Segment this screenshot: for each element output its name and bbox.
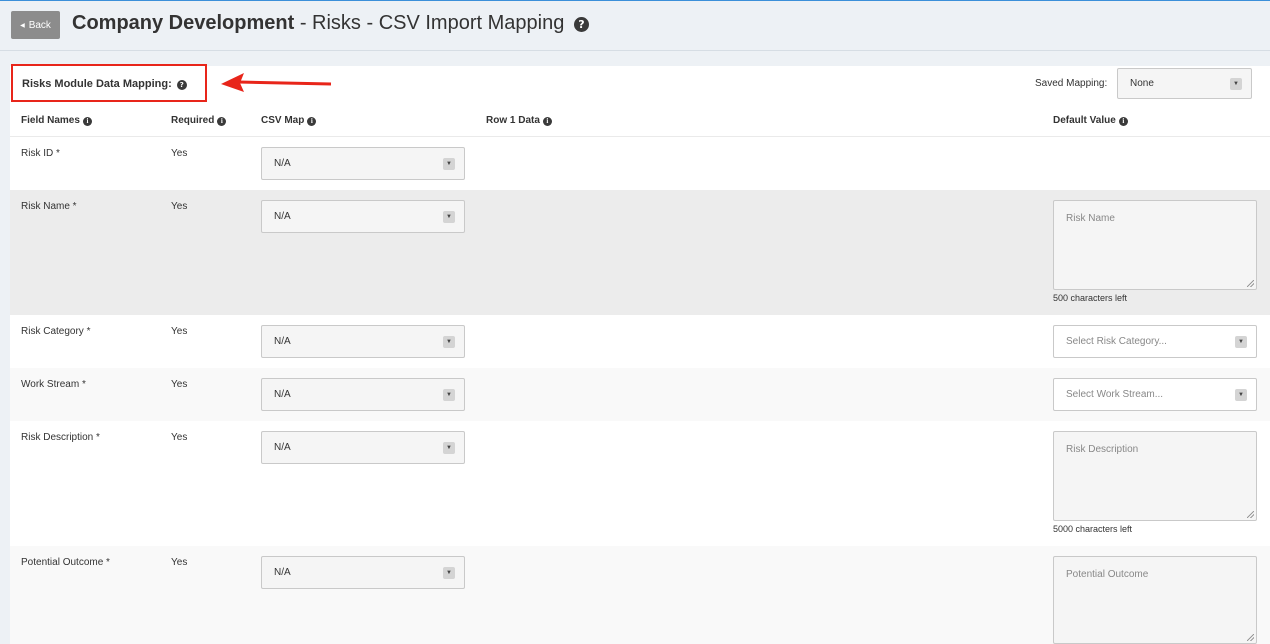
info-icon[interactable]: i: [307, 117, 317, 126]
chevron-down-icon: ▼: [1230, 77, 1242, 90]
work-stream-placeholder: Select Work Stream...: [1066, 389, 1164, 400]
col-required: Required i: [171, 115, 227, 126]
chevron-down-icon: ▼: [443, 566, 455, 579]
required-value: Yes: [171, 326, 188, 337]
chevron-down-icon: ▼: [1235, 335, 1247, 348]
csv-map-select[interactable]: N/A ▼: [261, 556, 465, 589]
risk-description-default-input[interactable]: Risk Description: [1053, 431, 1257, 521]
col-csv-map: CSV Map i: [261, 115, 317, 126]
info-icon[interactable]: i: [82, 117, 92, 126]
field-name: Risk Description *: [21, 432, 100, 443]
field-name: Risk Name *: [21, 201, 77, 212]
saved-mapping-select[interactable]: None ▼: [1117, 68, 1252, 99]
required-value: Yes: [171, 148, 188, 159]
company-name: Company Development: [72, 12, 295, 34]
col-field-names: Field Names i: [21, 115, 92, 126]
resize-grip-icon[interactable]: [1247, 280, 1254, 287]
csv-map-value: N/A: [274, 336, 291, 347]
csv-map-select[interactable]: N/A ▼: [261, 431, 465, 464]
arrow-left-icon: [221, 73, 332, 92]
resize-grip-icon[interactable]: [1247, 511, 1254, 518]
highlight-box: [11, 64, 207, 102]
back-button[interactable]: ◀ Back: [11, 11, 60, 39]
info-icon[interactable]: i: [542, 117, 552, 126]
info-icon[interactable]: i: [1118, 117, 1128, 126]
csv-map-select[interactable]: N/A ▼: [261, 200, 465, 233]
field-name: Work Stream *: [21, 379, 86, 390]
caret-left-icon: ◀: [20, 22, 25, 29]
col-row1-data-label: Row 1 Data: [486, 115, 540, 126]
csv-map-value: N/A: [274, 158, 291, 169]
work-stream-default-select[interactable]: Select Work Stream... ▼: [1053, 378, 1257, 411]
csv-map-value: N/A: [274, 567, 291, 578]
question-circle-icon[interactable]: ?: [573, 17, 589, 32]
required-value: Yes: [171, 379, 188, 390]
saved-mapping-label: Saved Mapping:: [1035, 78, 1108, 89]
potential-outcome-placeholder: Potential Outcome: [1066, 569, 1149, 580]
risk-name-placeholder: Risk Name: [1066, 213, 1115, 224]
chevron-down-icon: ▼: [443, 388, 455, 401]
col-field-names-label: Field Names: [21, 115, 80, 126]
col-csv-map-label: CSV Map: [261, 115, 305, 126]
potential-outcome-default-input[interactable]: Potential Outcome: [1053, 556, 1257, 644]
table-row: [10, 137, 1270, 190]
csv-map-value: N/A: [274, 211, 291, 222]
resize-grip-icon[interactable]: [1247, 634, 1254, 641]
risk-category-placeholder: Select Risk Category...: [1066, 336, 1167, 347]
col-row1-data: Row 1 Data i: [486, 115, 552, 126]
page-subtitle: - Risks - CSV Import Mapping: [294, 12, 565, 34]
field-name: Risk ID *: [21, 148, 60, 159]
chevron-down-icon: ▼: [443, 441, 455, 454]
chars-left-counter: 500 characters left: [1053, 293, 1128, 303]
csv-map-select[interactable]: N/A ▼: [261, 325, 465, 358]
csv-map-select[interactable]: N/A ▼: [261, 147, 465, 180]
risk-description-placeholder: Risk Description: [1066, 444, 1139, 455]
col-default-value: Default Value i: [1053, 115, 1128, 126]
chevron-down-icon: ▼: [443, 210, 455, 223]
col-default-value-label: Default Value: [1053, 115, 1116, 126]
chevron-down-icon: ▼: [443, 335, 455, 348]
required-value: Yes: [171, 557, 188, 568]
csv-map-value: N/A: [274, 442, 291, 453]
info-icon[interactable]: i: [217, 117, 227, 126]
chevron-down-icon: ▼: [1235, 388, 1247, 401]
saved-mapping-value: None: [1130, 78, 1154, 89]
col-required-label: Required: [171, 115, 215, 126]
page-header: ◀ Back Company Development - Risks - CSV…: [0, 1, 1270, 51]
required-value: Yes: [171, 432, 188, 443]
chevron-down-icon: ▼: [443, 157, 455, 170]
risk-name-default-input[interactable]: Risk Name: [1053, 200, 1257, 290]
risk-category-default-select[interactable]: Select Risk Category... ▼: [1053, 325, 1257, 358]
field-name: Potential Outcome *: [21, 557, 110, 568]
chars-left-counter: 5000 characters left: [1053, 524, 1133, 534]
page-title: Company Development - Risks - CSV Import…: [72, 11, 589, 35]
csv-map-select[interactable]: N/A ▼: [261, 378, 465, 411]
required-value: Yes: [171, 201, 188, 212]
csv-map-value: N/A: [274, 389, 291, 400]
field-name: Risk Category *: [21, 326, 91, 337]
back-button-label: Back: [28, 19, 51, 31]
